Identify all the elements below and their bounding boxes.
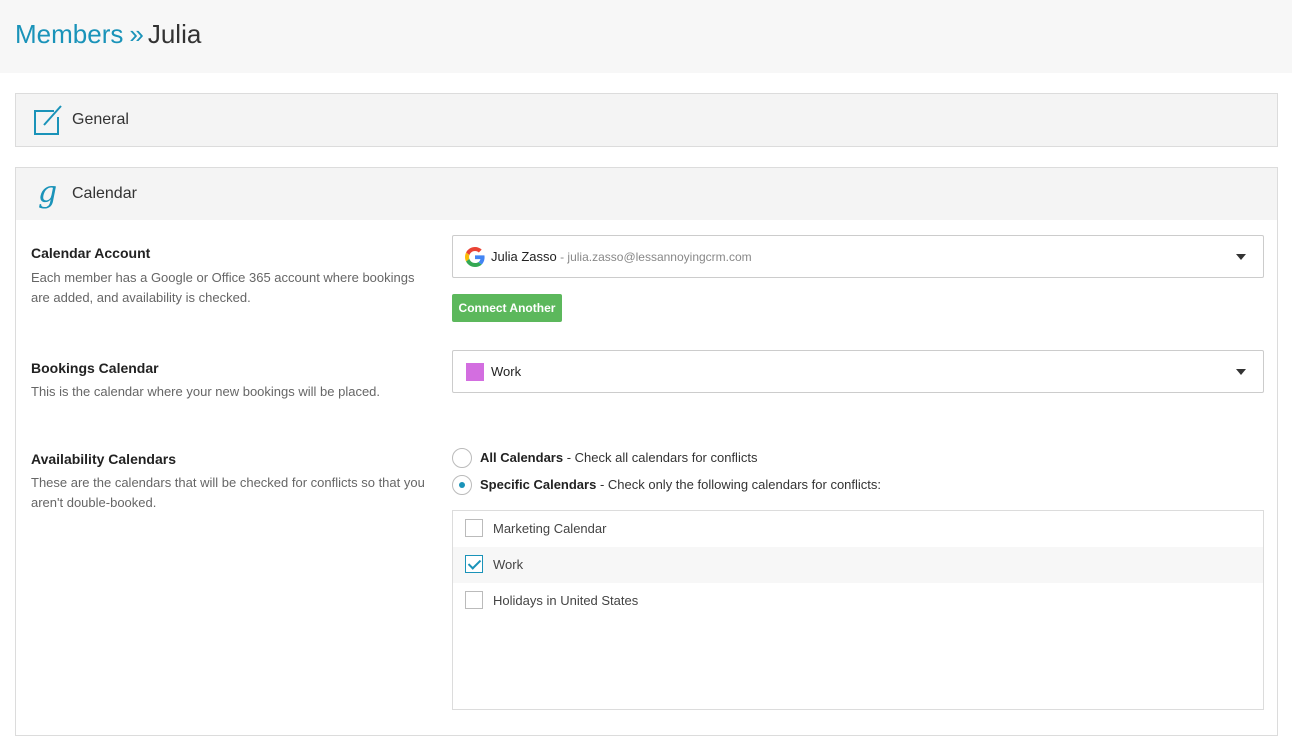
all-calendars-title: All Calendars	[480, 450, 564, 465]
all-calendars-hint: - Check all calendars for conflicts	[563, 450, 758, 465]
calendar-list-item-label: Marketing Calendar	[493, 521, 607, 536]
calendar-list-item[interactable]: Marketing Calendar	[453, 511, 1263, 547]
calendar-list-item[interactable]: Holidays in United States	[453, 583, 1263, 619]
edit-icon	[34, 105, 62, 135]
google-logo-icon	[465, 247, 485, 267]
connect-another-button[interactable]: Connect Another	[452, 294, 562, 322]
calendar-section: g Calendar Calendar Account Each member …	[15, 167, 1278, 736]
bookings-calendar-label: Bookings Calendar	[31, 360, 159, 376]
chevron-down-icon	[1236, 254, 1246, 260]
calendar-account-description: Each member has a Google or Office 365 a…	[31, 270, 415, 305]
general-section-header[interactable]: General	[16, 94, 1277, 146]
work-calendar-checkbox[interactable]	[465, 555, 483, 573]
calendar-list-item-label: Holidays in United States	[493, 593, 639, 608]
bookings-calendar-description: This is the calendar where your new book…	[31, 384, 381, 399]
google-g-icon: g	[38, 175, 58, 210]
account-display: Julia Zasso - julia.zasso@lessannoyingcr…	[491, 248, 752, 266]
holidays-calendar-checkbox[interactable]	[465, 591, 483, 609]
all-calendars-text: All Calendars - Check all calendars for …	[480, 448, 757, 468]
calendar-account-label: Calendar Account	[31, 245, 151, 261]
breadcrumb-members-link[interactable]: Members	[15, 19, 123, 49]
all-calendars-radio[interactable]	[452, 448, 472, 468]
specific-calendars-title: Specific Calendars	[480, 477, 597, 492]
general-section-title: General	[72, 111, 129, 128]
calendar-color-swatch	[466, 363, 484, 381]
account-email: - julia.zasso@lessannoyingcrm.com	[556, 250, 752, 264]
breadcrumb-separator: »	[129, 19, 144, 49]
account-name: Julia Zasso	[491, 249, 557, 264]
general-section[interactable]: General	[15, 93, 1278, 147]
bookings-calendar-selected: Work	[491, 364, 522, 379]
calendar-section-header[interactable]: g Calendar	[16, 168, 1277, 220]
breadcrumb: Members» Julia	[15, 17, 201, 51]
specific-calendars-radio[interactable]	[452, 475, 472, 495]
specific-calendars-hint: - Check only the following calendars for…	[596, 477, 882, 492]
availability-calendars-description: These are the calendars that will be che…	[31, 475, 425, 510]
bookings-calendar-select[interactable]: Work	[452, 350, 1264, 393]
page-header: Members» Julia	[0, 0, 1292, 73]
specific-calendars-text: Specific Calendars - Check only the foll…	[480, 475, 881, 495]
calendar-list-item[interactable]: Work	[453, 547, 1263, 583]
calendar-list-item-label: Work	[493, 557, 524, 572]
availability-calendars-label: Availability Calendars	[31, 451, 176, 467]
calendar-checklist: Marketing Calendar Work Holidays in Unit…	[452, 510, 1264, 710]
calendar-section-title: Calendar	[72, 185, 137, 202]
calendar-account-select[interactable]: Julia Zasso - julia.zasso@lessannoyingcr…	[452, 235, 1264, 278]
breadcrumb-current: Julia	[147, 19, 202, 49]
marketing-calendar-checkbox[interactable]	[465, 519, 483, 537]
chevron-down-icon	[1236, 369, 1246, 375]
